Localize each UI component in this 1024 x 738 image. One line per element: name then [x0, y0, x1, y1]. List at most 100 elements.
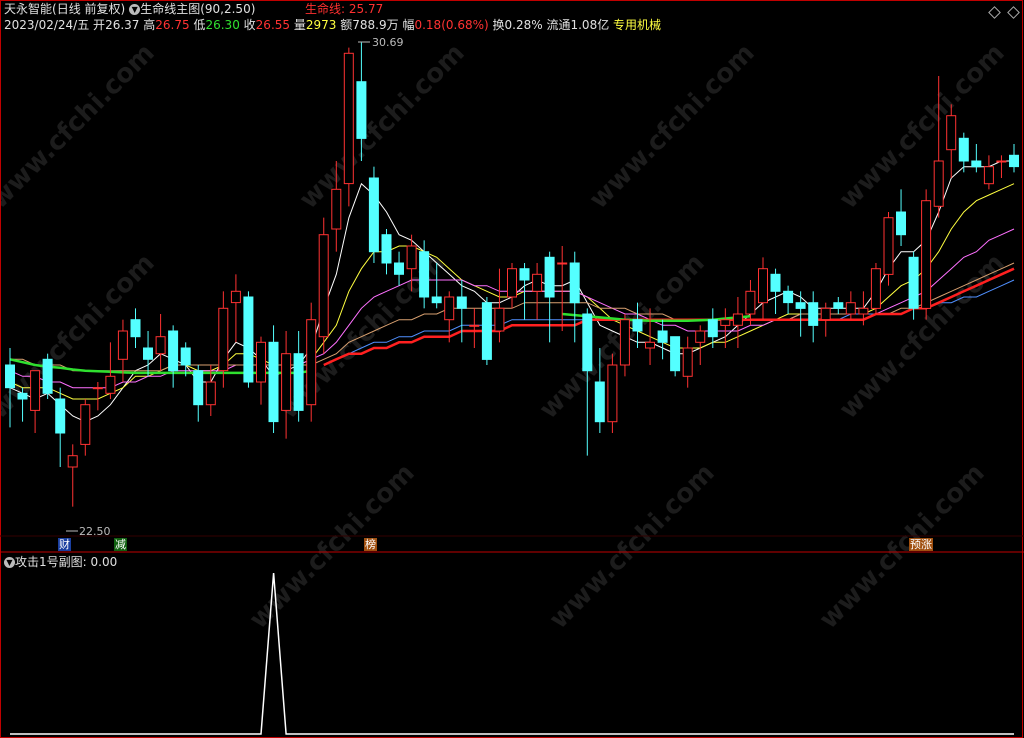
candle-body — [607, 364, 618, 423]
candle-body — [67, 455, 78, 468]
tag-cai[interactable]: 财 — [58, 538, 71, 551]
candle-body — [908, 256, 919, 309]
candle-body — [394, 262, 404, 275]
candle-body — [130, 319, 141, 338]
candle-body — [657, 330, 668, 343]
candle-body — [469, 324, 480, 327]
candle-body — [494, 307, 505, 332]
candle-body — [958, 137, 969, 162]
close-label: 收 — [243, 18, 256, 32]
candle-body — [55, 398, 66, 434]
candle-body — [682, 347, 693, 377]
quote-date: 2023/02/24/五 — [4, 18, 90, 32]
candle-body — [356, 81, 367, 139]
candle-body — [456, 296, 467, 309]
candle-body — [406, 245, 417, 270]
candle-body — [933, 160, 944, 207]
candle-body — [143, 347, 153, 360]
candle-body — [946, 115, 957, 151]
candle-body — [105, 375, 116, 394]
candle-body — [858, 307, 869, 315]
candle-body — [795, 302, 806, 309]
candle-body — [519, 268, 530, 281]
high-value: 26.75 — [155, 18, 190, 32]
candle-body — [168, 330, 179, 372]
indicator-menu-icon[interactable]: ▼ — [129, 4, 141, 15]
change-value: 0.18(0.68%) — [414, 18, 489, 32]
tag-bang[interactable]: 榜 — [364, 538, 377, 551]
amount-label: 额 — [340, 18, 353, 32]
candle-body — [996, 160, 1007, 163]
candlestick-series — [5, 42, 1019, 507]
candle-body — [444, 296, 455, 321]
candle-body — [431, 296, 442, 304]
quote-bar: 2023/02/24/五 开26.37 高26.75 低26.30 收26.55… — [4, 17, 661, 33]
candle-body — [293, 353, 304, 411]
watermark-text: www.cfchi.com — [294, 38, 471, 215]
kline-chart[interactable]: www.cfchi.com www.cfchi.com www.cfchi.com w… — [0, 0, 1024, 738]
candle-body — [820, 307, 831, 321]
indicator-params: (90,2.50) — [200, 2, 256, 16]
candle-body — [632, 319, 643, 332]
candle-body — [243, 296, 254, 383]
candle-body — [368, 177, 379, 253]
volume-value: 2973 — [305, 18, 337, 32]
float-label: 流通 — [546, 18, 571, 32]
sector-label: 专用机械 — [613, 18, 662, 32]
indicator-name: 生命线主图 — [140, 2, 201, 16]
candle-body — [544, 256, 555, 298]
tag-jian[interactable]: 减 — [114, 538, 127, 551]
candle-body — [720, 319, 731, 326]
min-price-label: 22.50 — [79, 525, 111, 538]
change-label: 幅 — [402, 18, 415, 32]
candle-body — [306, 319, 317, 406]
candle-body — [343, 52, 354, 185]
high-label: 高 — [143, 18, 156, 32]
candle-body — [381, 234, 392, 264]
watermark-layer: www.cfchi.com www.cfchi.com www.cfchi.com w… — [0, 38, 1011, 635]
turnover-value: 0.28% — [504, 18, 543, 32]
candle-body — [281, 353, 292, 411]
watermark-text: www.cfchi.com — [0, 38, 161, 215]
indicator-header: 天永智能(日线 前复权) ▼ 生命线主图(90,2.50) — [4, 1, 255, 17]
open-label: 开 — [93, 18, 106, 32]
open-value: 26.37 — [105, 18, 140, 32]
candle-body — [695, 330, 706, 343]
period-label: (日线 前复权) — [52, 2, 126, 16]
candle-body — [594, 381, 605, 423]
low-label: 低 — [193, 18, 206, 32]
candle-body — [983, 166, 994, 185]
sub-panel-value: : 0.00 — [82, 555, 118, 569]
candle-body — [896, 211, 906, 236]
candle-body — [331, 188, 342, 230]
candle-body — [30, 370, 41, 411]
candle-body — [783, 290, 794, 304]
low-value: 26.30 — [205, 18, 240, 32]
candle-body — [532, 273, 543, 292]
candle-body — [870, 268, 881, 309]
turnover-label: 换 — [492, 18, 505, 32]
candle-body — [117, 330, 128, 360]
candle-body — [758, 268, 768, 304]
tag-yuzhang[interactable]: 预涨 — [909, 538, 933, 551]
candle-body — [557, 262, 568, 265]
volume-label: 量 — [293, 18, 306, 32]
candle-body — [419, 251, 430, 298]
candle-body — [971, 160, 982, 168]
candle-body — [180, 347, 191, 366]
amount-value: 788.9万 — [352, 18, 399, 32]
watermark-text: www.cfchi.com — [544, 458, 721, 635]
candle-body — [256, 341, 266, 383]
candle-body — [268, 341, 279, 423]
candle-body — [645, 341, 655, 349]
candle-body — [808, 302, 819, 326]
candle-body — [17, 392, 28, 400]
candle-body — [155, 336, 166, 355]
candle-body — [218, 307, 229, 372]
candle-body — [582, 313, 593, 372]
sub-indicator-menu-icon[interactable]: ▼ — [4, 557, 15, 568]
lifeline-value: 生命线: 25.77 — [305, 2, 384, 16]
candle-body — [569, 262, 580, 304]
max-price-annotation: 30.69 — [358, 36, 404, 49]
candle-body — [230, 290, 241, 304]
